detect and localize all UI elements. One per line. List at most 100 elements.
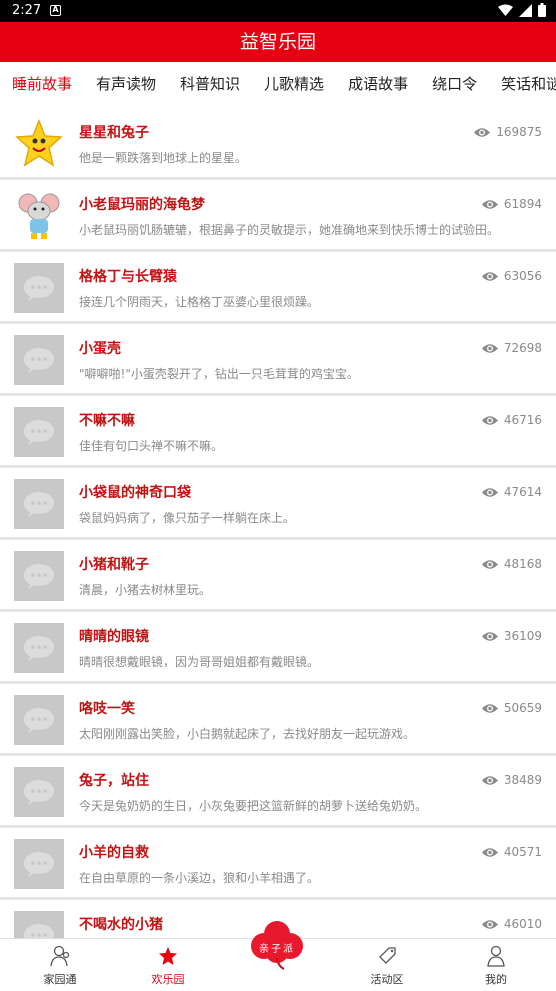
story-item[interactable]: 小蛋壳 "噼噼啪!"小蛋壳裂开了，钻出一只毛茸茸的鸡宝宝。 72698 [0,324,556,393]
view-count-value: 47614 [503,485,542,499]
signal-icon [519,3,532,17]
tag-icon [379,947,396,964]
view-count-value: 48168 [503,557,542,571]
story-item[interactable]: 小羊的自救在自由草原的一条小溪边，狼和小羊相遇了。 40571 [0,828,556,897]
story-description: 在自由草原的一条小溪边，狼和小羊相遇了。 [79,871,320,885]
view-count-value: 46716 [503,413,542,427]
story-title: 不嘛不嘛 [79,413,135,429]
story-item[interactable]: 兔子，站住 今天是兔奶奶的生日，小灰兔要把这篮新鲜的胡萝卜送给兔奶奶。 38489 [0,756,556,825]
story-thumbnail [14,911,64,938]
story-item[interactable]: 咯吱一笑太阳刚刚露出笑脸，小白鹅就起床了，去找好朋友一起玩游戏。 50659 [0,684,556,753]
tab-4[interactable]: 成语故事 [336,62,420,106]
story-description: 清晨，小猪去树林里玩。 [79,583,212,597]
story-thumbnail [14,767,64,817]
view-count: 63056 [481,269,542,283]
image-placeholder-icon [24,708,54,733]
story-thumbnail [14,407,64,457]
image-placeholder-icon [24,276,54,301]
view-count: 46716 [481,413,542,427]
eye-icon [481,199,498,209]
story-title: 晴晴的眼镜 [79,629,149,645]
story-item[interactable]: 星星和兔子他是一颗跌落到地球上的星星。 169875 [0,108,556,177]
tab-2[interactable]: 科普知识 [168,62,252,106]
eye-icon [481,847,498,857]
image-placeholder-icon [24,924,54,938]
view-count-value: 61894 [503,197,542,211]
story-description: "噼噼啪!"小蛋壳裂开了，钻出一只毛茸茸的鸡宝宝。 [79,367,359,381]
eye-icon [481,775,498,785]
eye-icon [481,415,498,425]
story-thumbnail [14,623,64,673]
story-item[interactable]: 不嘛不嘛佳佳有句口头禅不嘛不嘛。 46716 [0,396,556,465]
view-count-value: 169875 [496,125,542,139]
story-title: 兔子，站住 [79,773,149,789]
story-title: 小羊的自救 [79,845,149,861]
view-count: 46010 [481,917,542,931]
center-logo-text: 亲子派 [259,944,295,955]
story-title: 小袋鼠的神奇口袋 [79,485,191,501]
story-item[interactable]: 晴晴的眼镜晴晴很想戴眼镜，因为哥哥姐姐都有戴眼镜。 36109 [0,612,556,681]
view-count: 48168 [481,557,542,571]
story-title: 小蛋壳 [79,341,121,357]
star-icon [159,947,177,965]
story-description: 太阳刚刚露出笑脸，小白鹅就起床了，去找好朋友一起玩游戏。 [79,727,416,741]
status-icons [498,3,546,17]
view-count: 169875 [474,125,542,139]
view-count: 40571 [481,845,542,859]
nav-fun[interactable]: 欢乐园 [128,939,208,991]
story-description: 袋鼠妈妈病了，像只茄子一样躺在床上。 [79,511,296,525]
eye-icon [481,487,498,497]
view-count-value: 36109 [503,629,542,643]
view-count: 36109 [481,629,542,643]
eye-icon [481,559,498,569]
story-description: 晴晴很想戴眼镜，因为哥哥姐姐都有戴眼镜。 [79,655,320,669]
eye-icon [474,127,491,137]
view-count-value: 50659 [503,701,542,715]
story-thumbnail [14,479,64,529]
page-title: 益智乐园 [239,31,316,53]
image-placeholder-icon [24,420,54,445]
eye-icon [481,919,498,929]
view-count-value: 63056 [503,269,542,283]
nav-me[interactable]: 我的 [456,939,536,991]
view-count-value: 40571 [503,845,542,859]
story-item[interactable]: 格格丁与长臂猿 接连几个阴雨天，让格格丁巫婆心里很烦躁。 63056 [0,252,556,321]
story-thumbnail [14,263,64,313]
story-description: 他是一颗跌落到地球上的星星。 [79,151,248,165]
parent-child-icon [50,945,70,967]
tab-1[interactable]: 有声读物 [84,62,168,106]
nav-activity[interactable]: 活动区 [347,939,427,991]
story-item[interactable]: 小老鼠玛丽的海龟梦 小老鼠玛丽饥肠辘辘，根据鼻子的灵敏提示，她准确地来到快乐博士的… [0,180,556,249]
story-description: 接连几个阴雨天，让格格丁巫婆心里很烦躁。 [79,295,320,309]
story-thumbnail [14,191,64,241]
image-placeholder-icon [24,852,54,877]
tab-0[interactable]: 睡前故事 [0,62,84,106]
story-title: 咯吱一笑 [79,701,135,717]
battery-icon [538,3,546,17]
view-count-value: 38489 [503,773,542,787]
story-item[interactable]: 小袋鼠的神奇口袋袋鼠妈妈病了，像只茄子一样躺在床上。 47614 [0,468,556,537]
tab-5[interactable]: 绕口令 [420,62,489,106]
image-placeholder-icon [24,492,54,517]
view-count-value: 72698 [503,341,542,355]
tab-6[interactable]: 笑话和谜语 [489,62,556,106]
mouse-character-icon [18,193,60,239]
tab-3[interactable]: 儿歌精选 [252,62,336,106]
status-bar: 2:27 A [0,0,556,22]
story-title: 星星和兔子 [79,125,149,141]
image-placeholder-icon [24,348,54,373]
story-description: 佳佳有句口头禅不嘛不嘛。 [79,439,224,453]
image-placeholder-icon [24,564,54,589]
status-time: 2:27 [12,3,42,18]
person-icon [487,945,505,967]
image-placeholder-icon [24,636,54,661]
story-item[interactable]: 小猪和靴子 清晨，小猪去树林里玩。 48168 [0,540,556,609]
story-description: 小老鼠玛丽饥肠辘辘，根据鼻子的灵敏提示，她准确地来到快乐博士的试验田。 [79,223,500,237]
notification-icon: A [50,5,61,16]
view-count: 61894 [481,197,542,211]
center-logo-button[interactable]: 亲子派 [248,918,306,970]
story-list[interactable]: 星星和兔子他是一颗跌落到地球上的星星。 169875 小老鼠玛丽的海龟梦 小老鼠玛丽饥… [0,108,556,938]
view-count-value: 46010 [503,917,542,931]
eye-icon [481,271,498,281]
nav-home[interactable]: 家园通 [20,939,100,991]
